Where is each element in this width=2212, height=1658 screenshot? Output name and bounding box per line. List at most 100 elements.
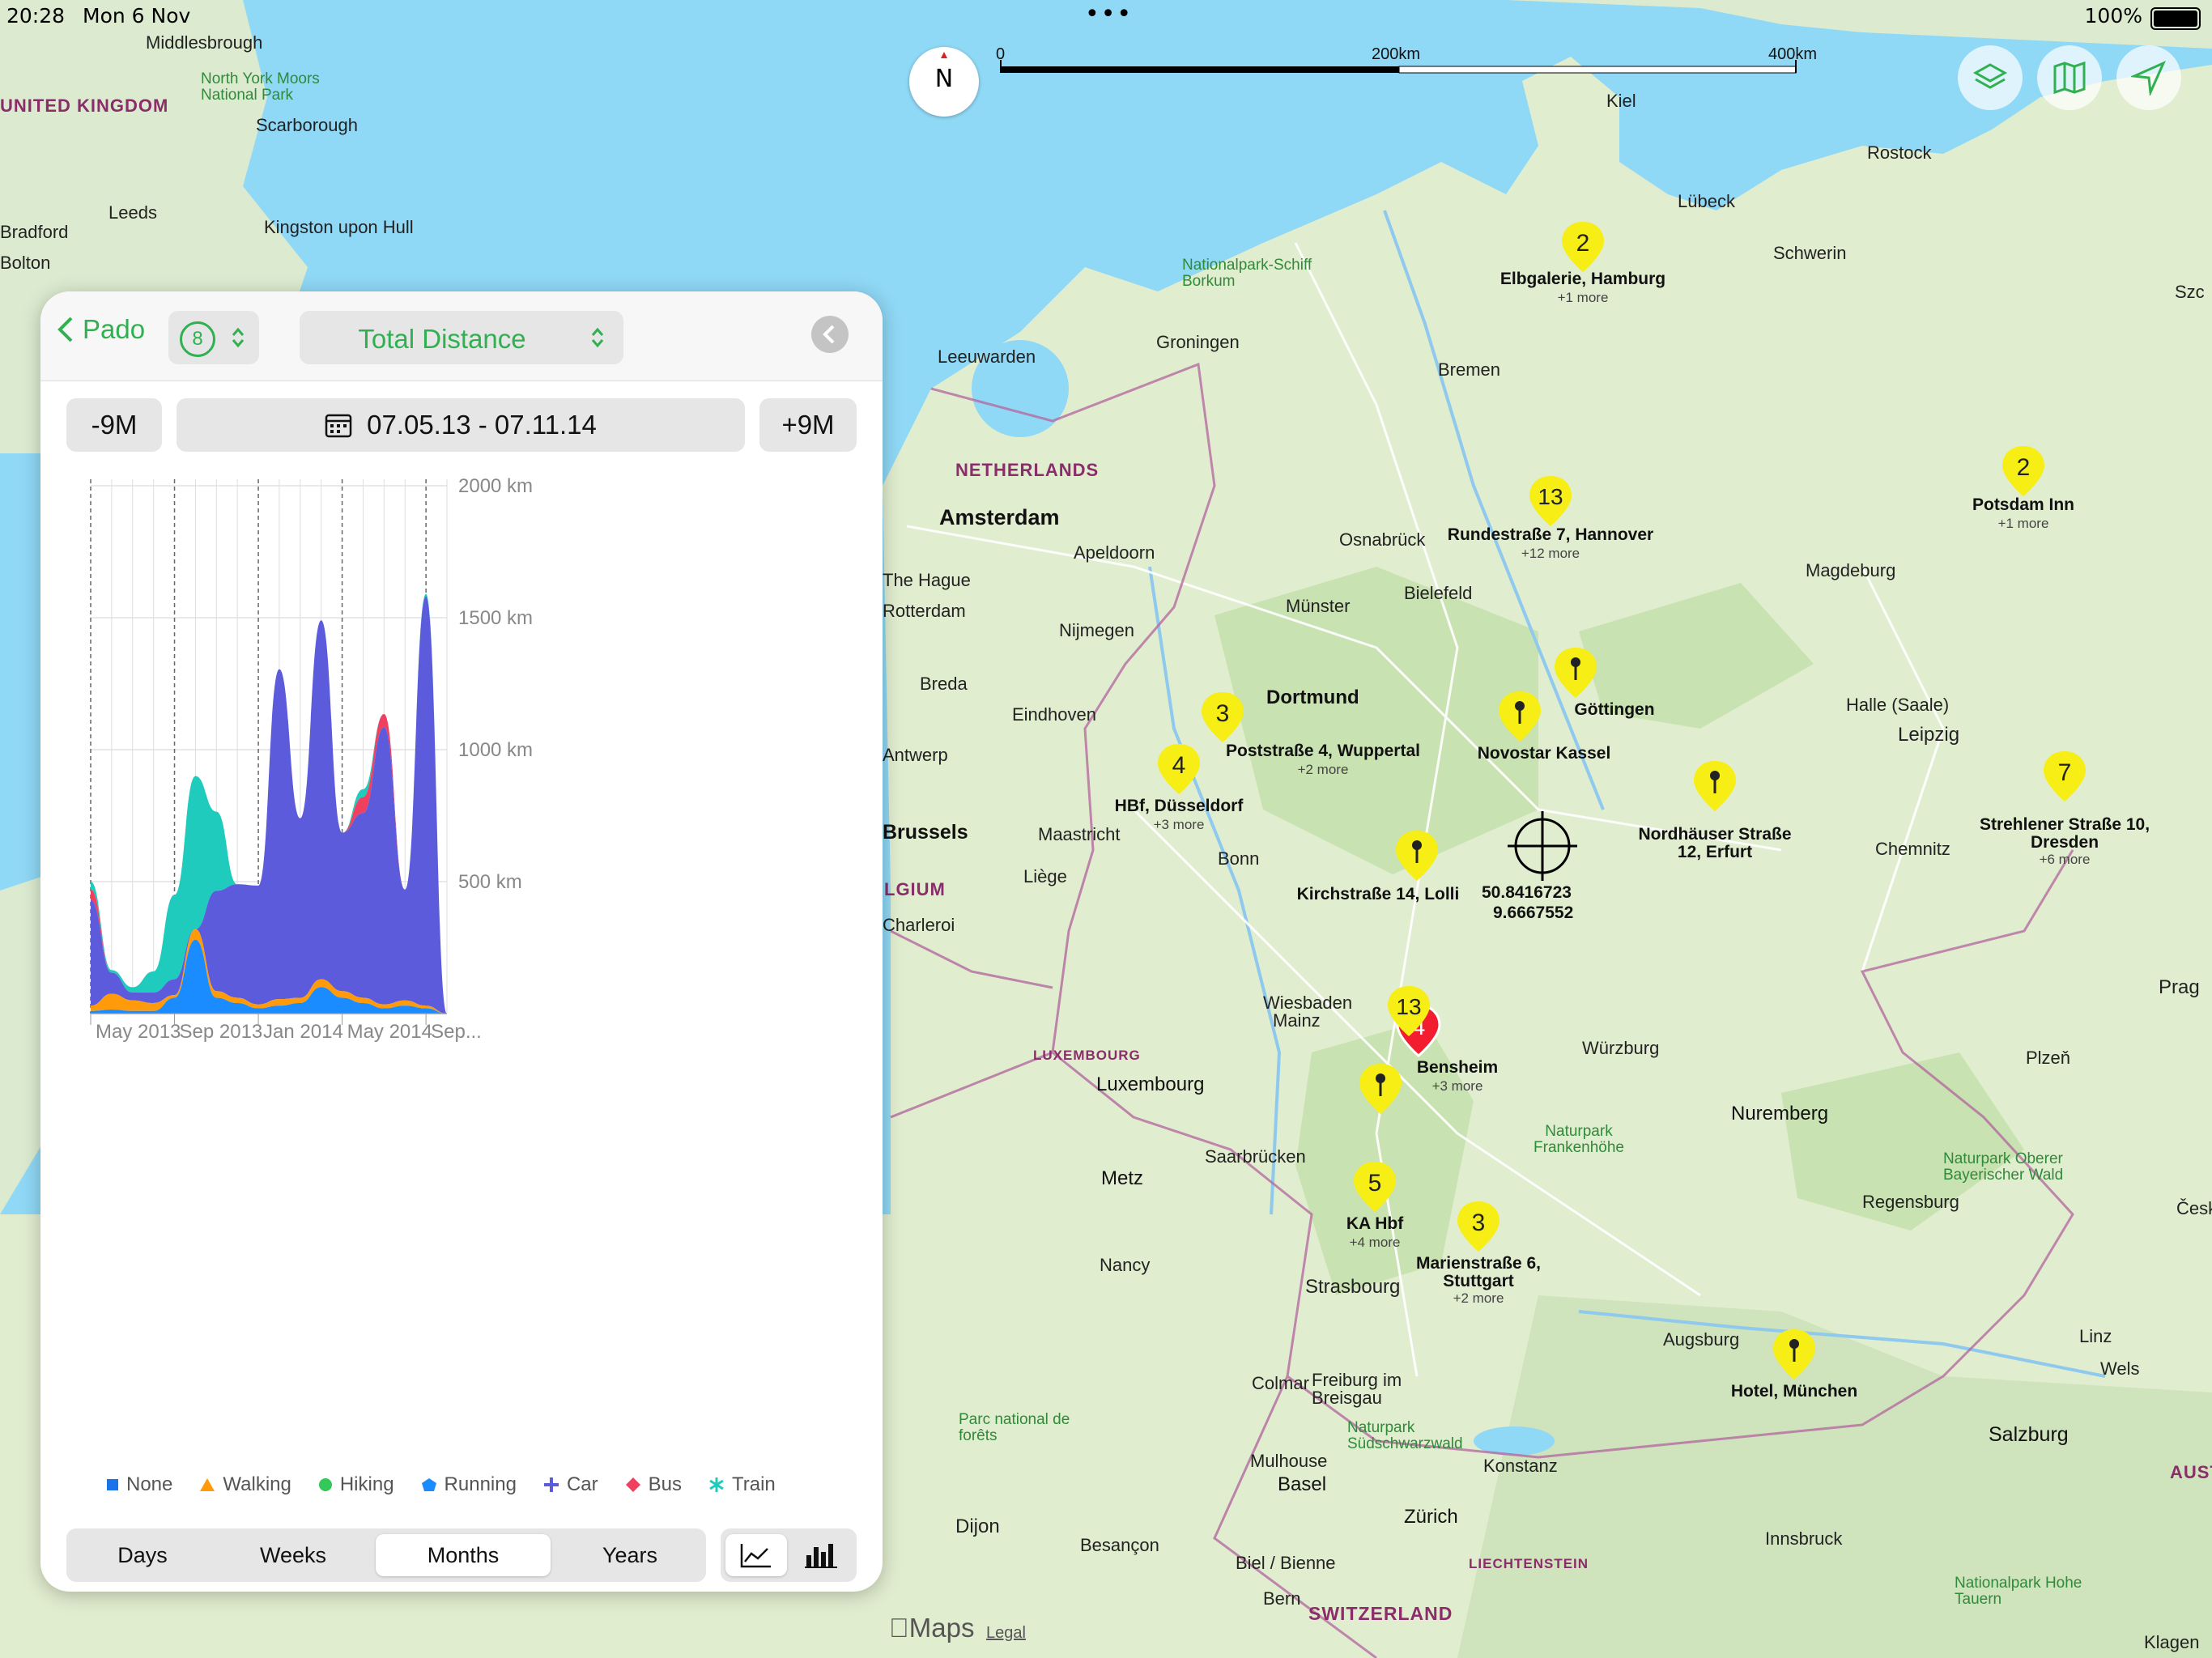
- pin-sublabel: +4 more: [1349, 1235, 1401, 1250]
- map-pin[interactable]: [1393, 827, 1441, 884]
- legend-label: Car: [566, 1473, 598, 1495]
- legend-label: Walking: [223, 1473, 291, 1495]
- city-label: Bonn: [1218, 848, 1260, 869]
- pin-label: HBf, Düsseldorf: [1114, 797, 1244, 815]
- city-label: Plzeň: [2026, 1048, 2071, 1068]
- pin-label: Marienstraße 6, Stuttgart: [1415, 1254, 1542, 1290]
- city-label: Amsterdam: [939, 505, 1060, 529]
- city-label: Regensburg: [1862, 1192, 1959, 1212]
- pin-label: KA Hbf: [1346, 1214, 1404, 1233]
- battery-icon: [2150, 7, 2201, 30]
- segment-years[interactable]: Years: [559, 1534, 701, 1576]
- layers-button[interactable]: [1958, 45, 2023, 110]
- pin-label: Strehlener Straße 10, Dresden: [1979, 815, 2150, 852]
- city-label: Bern: [1263, 1588, 1301, 1609]
- city-label: Innsbruck: [1765, 1528, 1843, 1549]
- city-label: Liège: [1023, 866, 1067, 886]
- map-pin[interactable]: 2: [1559, 219, 1607, 275]
- city-label: Biel / Bienne: [1236, 1553, 1336, 1573]
- city-label: Osnabrück: [1339, 529, 1426, 550]
- map-pin[interactable]: 7: [2040, 748, 2089, 805]
- statistics-panel: Pado 8 Total Distance -9M 07.05.13 - 07.…: [40, 291, 883, 1592]
- pin-sublabel: +12 more: [1521, 546, 1580, 561]
- city-label: Münster: [1286, 596, 1351, 616]
- y-tick-label: 2000 km: [458, 475, 533, 497]
- bar-chart-toggle[interactable]: [790, 1534, 852, 1576]
- distance-chart[interactable]: 2000 km 1500 km 1000 km 500 km May 2013Sep 2…: [66, 470, 857, 1061]
- map-type-button[interactable]: [2037, 45, 2102, 110]
- pin-label: Novostar Kassel: [1477, 744, 1611, 763]
- city-label: Rostock: [1867, 142, 1932, 163]
- city-label: Kingston upon Hull: [264, 217, 414, 237]
- legend-label: Bus: [648, 1473, 682, 1495]
- x-tick-label: May 2013: [96, 1021, 181, 1043]
- battery-percent: 100%: [2084, 4, 2142, 28]
- date-range-button[interactable]: 07.05.13 - 07.11.14: [177, 398, 745, 452]
- pin-count: 3: [1215, 700, 1230, 727]
- previous-period-label: -9M: [91, 410, 138, 440]
- city-label: Würzburg: [1582, 1038, 1660, 1058]
- map-pin[interactable]: 13: [1385, 983, 1433, 1039]
- chart-area[interactable]: 2000 km 1500 km 1000 km 500 km May 2013 Sep 2…: [66, 470, 857, 1061]
- country-label: SWITZERLAND: [1308, 1603, 1453, 1624]
- chevron-updown-icon: [591, 327, 604, 348]
- metric-picker[interactable]: Total Distance: [300, 311, 623, 364]
- city-label: Česk: [2176, 1198, 2212, 1218]
- city-label: Rotterdam: [883, 601, 966, 621]
- park-label: North York Moors National Park: [201, 70, 320, 104]
- map-pin[interactable]: 13: [1526, 473, 1575, 529]
- pin-label: Elbgalerie, Hamburg: [1499, 270, 1666, 288]
- segment-weeks[interactable]: Weeks: [222, 1534, 364, 1576]
- city-label: Charleroi: [883, 915, 955, 935]
- status-time: 20:28: [6, 4, 66, 28]
- area-series-car[interactable]: [91, 596, 447, 1014]
- city-label: Leipzig: [1898, 724, 1960, 746]
- country-label: LIECHTENSTEIN: [1469, 1556, 1589, 1571]
- map-pin[interactable]: [1770, 1326, 1819, 1383]
- locate-button[interactable]: [2116, 45, 2181, 110]
- map-pin[interactable]: [1691, 758, 1739, 814]
- apple-maps-text: Maps: [889, 1613, 975, 1643]
- map-pin[interactable]: 5: [1351, 1158, 1399, 1215]
- pin-label: Nordhäuser Straße 12, Erfurt: [1638, 825, 1792, 861]
- pin-icon: [1694, 761, 1736, 811]
- map-pin[interactable]: 2: [1999, 443, 2048, 500]
- map-pin[interactable]: [1551, 644, 1600, 701]
- status-date: Mon 6 Nov: [83, 4, 191, 28]
- map-pin[interactable]: 3: [1198, 689, 1247, 746]
- y-tick-label: 1000 km: [458, 739, 533, 761]
- map-pin[interactable]: 4: [1155, 741, 1203, 797]
- park-label: Naturpark Frankenhöhe: [1534, 1123, 1624, 1156]
- city-label: Bolton: [0, 253, 51, 273]
- crosshair-lon: 9.6667552: [1493, 903, 1574, 922]
- diamond-icon: [625, 1477, 640, 1492]
- next-period-button[interactable]: +9M: [759, 398, 857, 452]
- pin-count: 4: [1172, 752, 1186, 779]
- city-label: Mainz: [1273, 1010, 1321, 1031]
- line-chart-toggle[interactable]: [725, 1534, 787, 1576]
- city-label: Nuremberg: [1731, 1103, 1829, 1124]
- segment-days[interactable]: Days: [71, 1534, 214, 1576]
- multitasking-dots[interactable]: •••: [1085, 0, 1133, 28]
- pin-label: Kirchstraße 14, Lolli: [1296, 885, 1460, 903]
- collapse-button[interactable]: [811, 316, 849, 353]
- pin-sublabel: +6 more: [2039, 852, 2091, 867]
- scale-label-0: 0: [996, 45, 1006, 63]
- city-label: Strasbourg: [1305, 1276, 1401, 1298]
- city-label: Salzburg: [1989, 1423, 2069, 1446]
- pin-label: Potsdam Inn: [1972, 495, 2074, 514]
- legend-item-running: Running: [421, 1473, 517, 1496]
- compass-button[interactable]: N: [909, 47, 979, 117]
- segment-months[interactable]: Months: [376, 1534, 551, 1576]
- previous-period-button[interactable]: -9M: [66, 398, 162, 452]
- trip-count-picker[interactable]: 8: [168, 311, 259, 364]
- country-label: LUXEMBOURG: [1033, 1048, 1141, 1063]
- line-chart-icon: [740, 1544, 771, 1568]
- legend-item-walking: Walking: [200, 1473, 291, 1496]
- triangle-icon: [200, 1478, 215, 1491]
- back-button[interactable]: Pado: [57, 314, 145, 345]
- legal-link[interactable]: Legal: [986, 1624, 1026, 1643]
- period-segmented-control: Days Weeks Months Years: [66, 1528, 706, 1582]
- city-label: Besançon: [1080, 1535, 1159, 1555]
- chevron-updown-icon: [232, 327, 245, 348]
